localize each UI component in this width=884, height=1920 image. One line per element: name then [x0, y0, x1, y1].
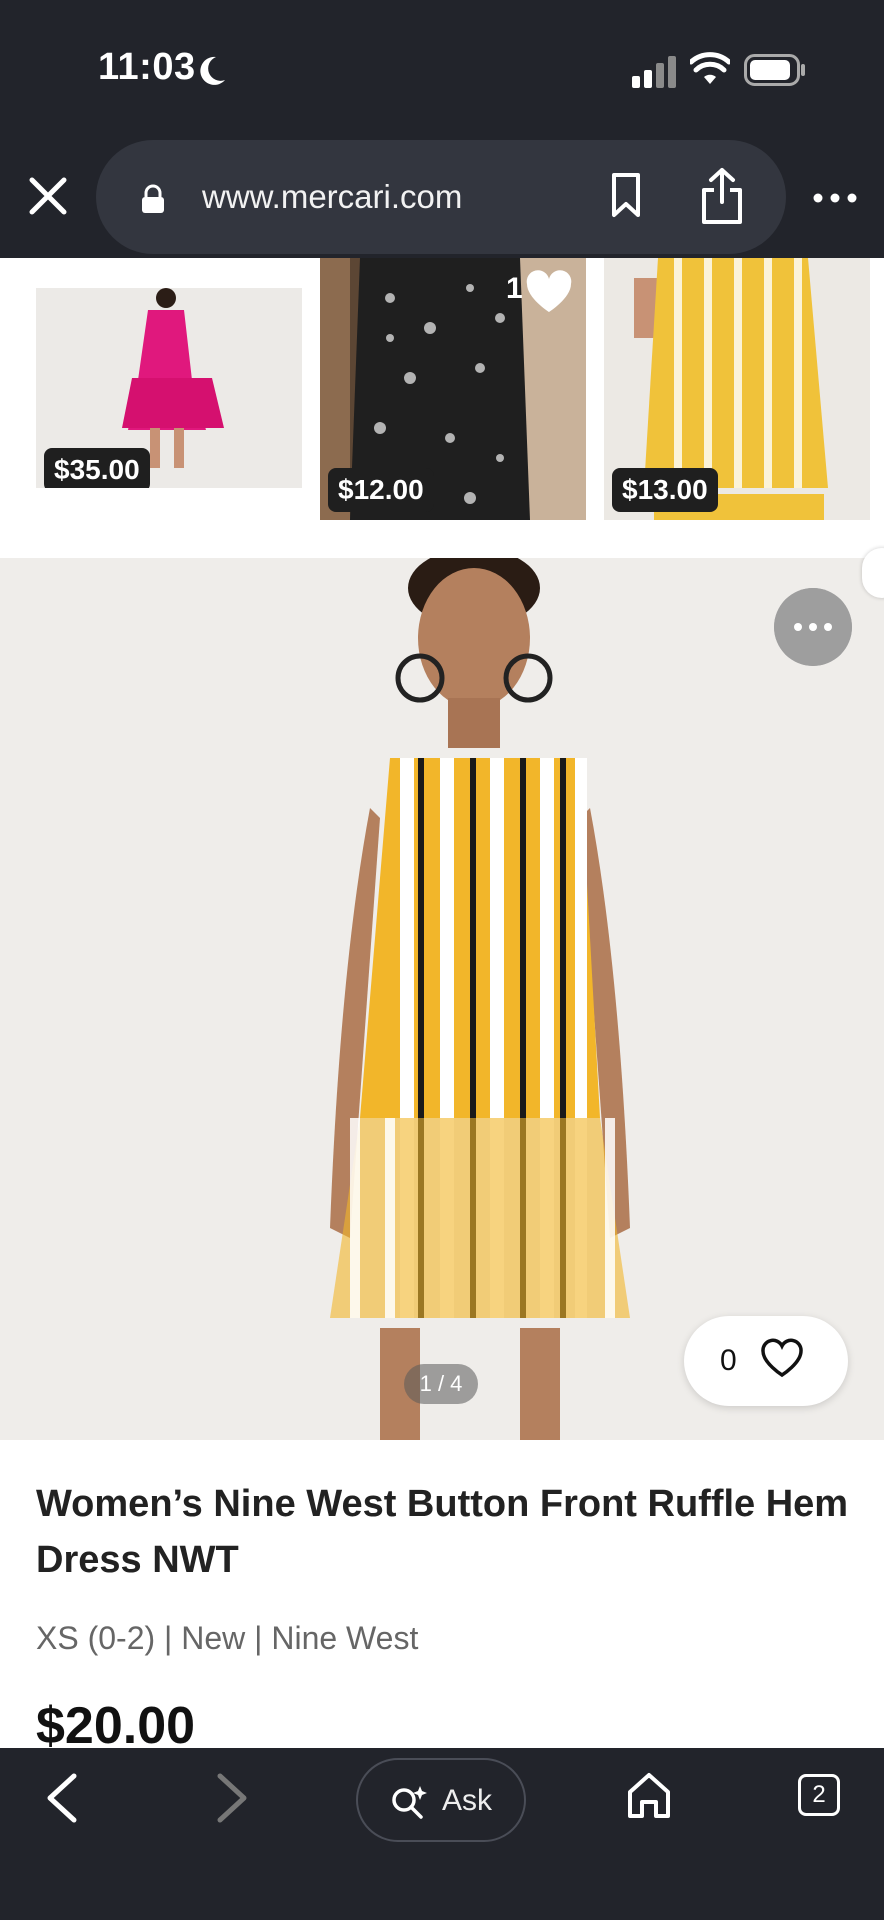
battery-icon [744, 54, 805, 86]
more-options-icon[interactable] [812, 186, 858, 210]
home-icon[interactable] [626, 1770, 672, 1820]
image-options-icon[interactable] [774, 588, 852, 666]
heart-outline-icon [761, 1338, 803, 1378]
close-icon[interactable] [26, 174, 70, 218]
moon-icon [200, 56, 225, 85]
forward-arrow-icon[interactable] [212, 1770, 252, 1826]
price-tag: $12.00 [328, 468, 434, 512]
signal-icon [632, 56, 676, 88]
lock-icon [142, 184, 164, 213]
product-title: Women’s Nine West Button Front Ruffle He… [36, 1483, 849, 1581]
ask-button[interactable]: Ask [356, 1758, 526, 1842]
tab-switcher-button[interactable]: 2 [798, 1774, 840, 1816]
product-meta: XS (0-2) | New | Nine West [36, 1620, 419, 1656]
share-icon[interactable] [698, 166, 746, 226]
ask-label: Ask [442, 1784, 493, 1817]
status-time: 11:03 [98, 46, 196, 88]
like-count: 0 [720, 1344, 737, 1377]
sparkle-search-icon [392, 1786, 427, 1819]
price-tag: $13.00 [612, 468, 718, 512]
bookmark-icon[interactable] [606, 172, 646, 218]
product-image[interactable] [0, 558, 884, 1440]
price-tag: $35.00 [44, 448, 150, 488]
back-arrow-icon[interactable] [42, 1770, 82, 1826]
similar-item-1[interactable]: $35.00 [36, 288, 302, 488]
wifi-icon [690, 52, 730, 84]
similar-item-3[interactable]: $13.00 [604, 258, 870, 520]
product-price: $20.00 [36, 1697, 196, 1755]
url-text[interactable]: www.mercari.com [202, 178, 462, 216]
heart-icon[interactable] [524, 270, 574, 314]
like-button[interactable]: 0 [684, 1316, 848, 1406]
striped-dress-photo [0, 558, 884, 1440]
image-pager: 1 / 4 [404, 1364, 478, 1404]
thumbnail-like-count: 1 [506, 272, 523, 305]
